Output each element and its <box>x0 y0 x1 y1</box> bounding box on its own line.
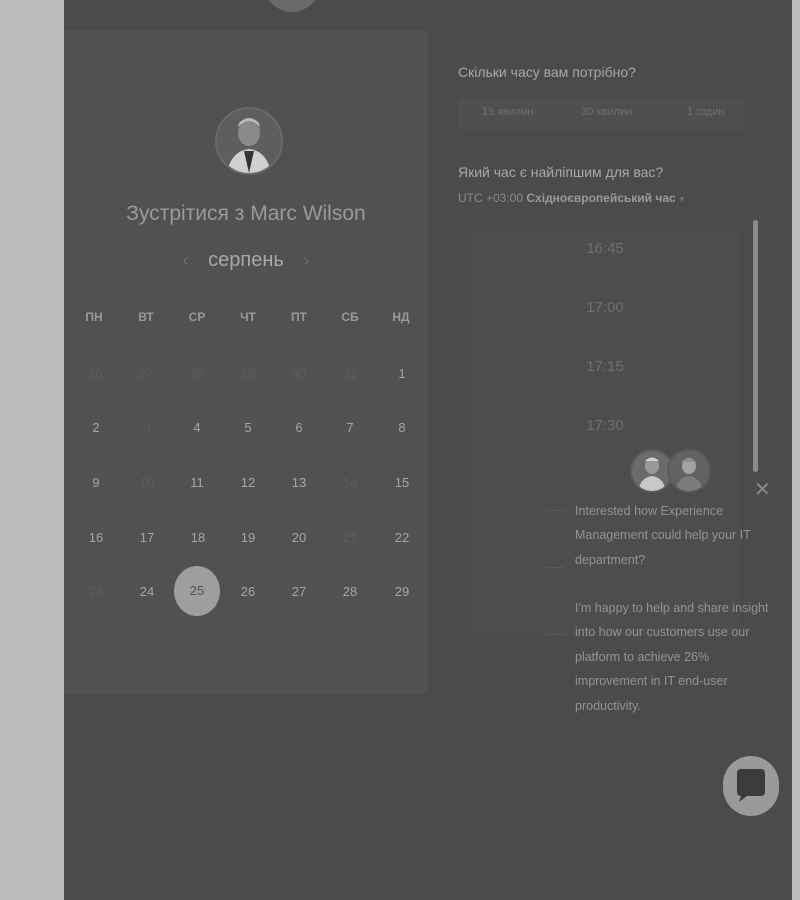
calendar-day: 10 <box>139 475 155 490</box>
calendar-day[interactable]: 7 <box>332 416 368 440</box>
chat-message-1: Interested how Experience Management cou… <box>575 504 751 567</box>
chat-bubble-icon <box>737 769 765 802</box>
slot-divider <box>546 634 564 635</box>
time-slot[interactable]: 16:45 <box>470 240 740 257</box>
month-navigator: ‹ серпень › <box>64 249 428 272</box>
weekday-tue: ВТ <box>138 310 154 324</box>
close-icon[interactable]: ✕ <box>754 480 771 500</box>
calendar-day: 21 <box>342 530 358 545</box>
time-slot[interactable]: 17:30 <box>470 417 740 434</box>
weekday-wed: СР <box>188 310 206 324</box>
calendar-day[interactable]: 12 <box>230 471 266 495</box>
calendar-day: 26 <box>87 366 103 381</box>
timezone-selector[interactable]: UTC +03:00 Східноєвропейський час ▾ <box>458 191 684 205</box>
calendar-day[interactable]: 13 <box>281 471 317 495</box>
calendar-day[interactable]: 9 <box>78 471 114 495</box>
duration-question: Скільки часу вам потрібно? <box>458 64 636 80</box>
weekday-thu: ЧТ <box>240 310 256 324</box>
time-slot-list: 16:45 17:00 17:15 17:30 <box>470 226 740 636</box>
calendar-day[interactable]: 20 <box>281 526 317 550</box>
calendar-day[interactable]: 24 <box>129 580 165 604</box>
agent-avatar <box>667 449 711 493</box>
next-month-chevron-right-icon[interactable]: › <box>289 250 323 270</box>
calendar-day[interactable]: 26 <box>230 580 266 604</box>
calendar-day[interactable]: 4 <box>179 416 215 440</box>
calendar-day[interactable]: 27 <box>281 580 317 604</box>
page-title: Зустрітися з Marc Wilson <box>126 202 366 225</box>
chat-message-2: I'm happy to help and share insight into… <box>575 601 769 713</box>
calendar-day[interactable]: 29 <box>384 580 420 604</box>
duration-option-30[interactable]: 30 хвилин <box>581 106 632 118</box>
calendar-day-selected[interactable]: 25 <box>174 566 220 616</box>
slot-divider <box>546 510 564 511</box>
calendar-day: 14 <box>342 475 358 490</box>
calendar-day: 3 <box>143 420 151 435</box>
calendar-day: 28 <box>189 366 205 381</box>
time-question: Який час є найліпшим для вас? <box>458 164 664 180</box>
time-slot[interactable]: 17:15 <box>470 358 740 375</box>
weekday-mon: ПН <box>85 310 103 324</box>
calendar-day[interactable]: 2 <box>78 416 114 440</box>
weekday-fri: ПТ <box>291 310 307 324</box>
calendar-day[interactable]: 15 <box>384 471 420 495</box>
calendar-day[interactable]: 19 <box>230 526 266 550</box>
chat-launcher-button[interactable] <box>723 756 779 816</box>
slot-divider <box>546 567 564 568</box>
time-slot-scrollbar[interactable] <box>753 220 758 472</box>
calendar-day[interactable]: 18 <box>180 526 216 550</box>
calendar-day[interactable]: 1 <box>384 362 420 386</box>
scheduler-overlay: Зустрітися з Marc Wilson ‹ серпень › ПН … <box>64 0 792 900</box>
calendar-day: 31 <box>342 366 358 381</box>
calendar-day[interactable]: 11 <box>179 471 215 495</box>
top-logo-bubble <box>264 0 320 12</box>
timezone-name: Східноєвропейський час <box>526 191 676 205</box>
prev-month-chevron-left-icon[interactable]: ‹ <box>169 250 203 270</box>
weekday-sat: СБ <box>341 310 359 324</box>
calendar-day[interactable]: 5 <box>230 416 266 440</box>
timezone-offset: UTC +03:00 <box>458 191 524 205</box>
duration-selector: 15 хвилин 30 хвилин 1 годин <box>458 98 744 130</box>
chevron-down-icon: ▾ <box>679 194 685 204</box>
calendar-day[interactable]: 28 <box>332 580 368 604</box>
page-left-margin <box>0 0 64 900</box>
calendar-day[interactable]: 16 <box>78 526 114 550</box>
duration-option-15[interactable]: 15 хвилин <box>482 106 533 118</box>
weekday-sun: НД <box>392 310 410 324</box>
time-slot[interactable]: 17:00 <box>470 299 740 316</box>
calendar-day: 29 <box>240 366 256 381</box>
duration-option-60[interactable]: 1 годин <box>687 106 724 118</box>
calendar-day[interactable]: 17 <box>129 526 165 550</box>
host-avatar <box>215 107 283 175</box>
calendar-day[interactable]: 22 <box>384 526 420 550</box>
month-label: серпень <box>208 249 284 271</box>
calendar-day: 30 <box>291 366 307 381</box>
calendar-day: 27 <box>138 366 154 381</box>
calendar-card: Зустрітися з Marc Wilson ‹ серпень › ПН … <box>64 30 428 694</box>
calendar-day: 23 <box>88 584 104 599</box>
calendar-day[interactable]: 8 <box>384 416 420 440</box>
calendar-day[interactable]: 6 <box>281 416 317 440</box>
page-right-margin <box>792 0 800 900</box>
